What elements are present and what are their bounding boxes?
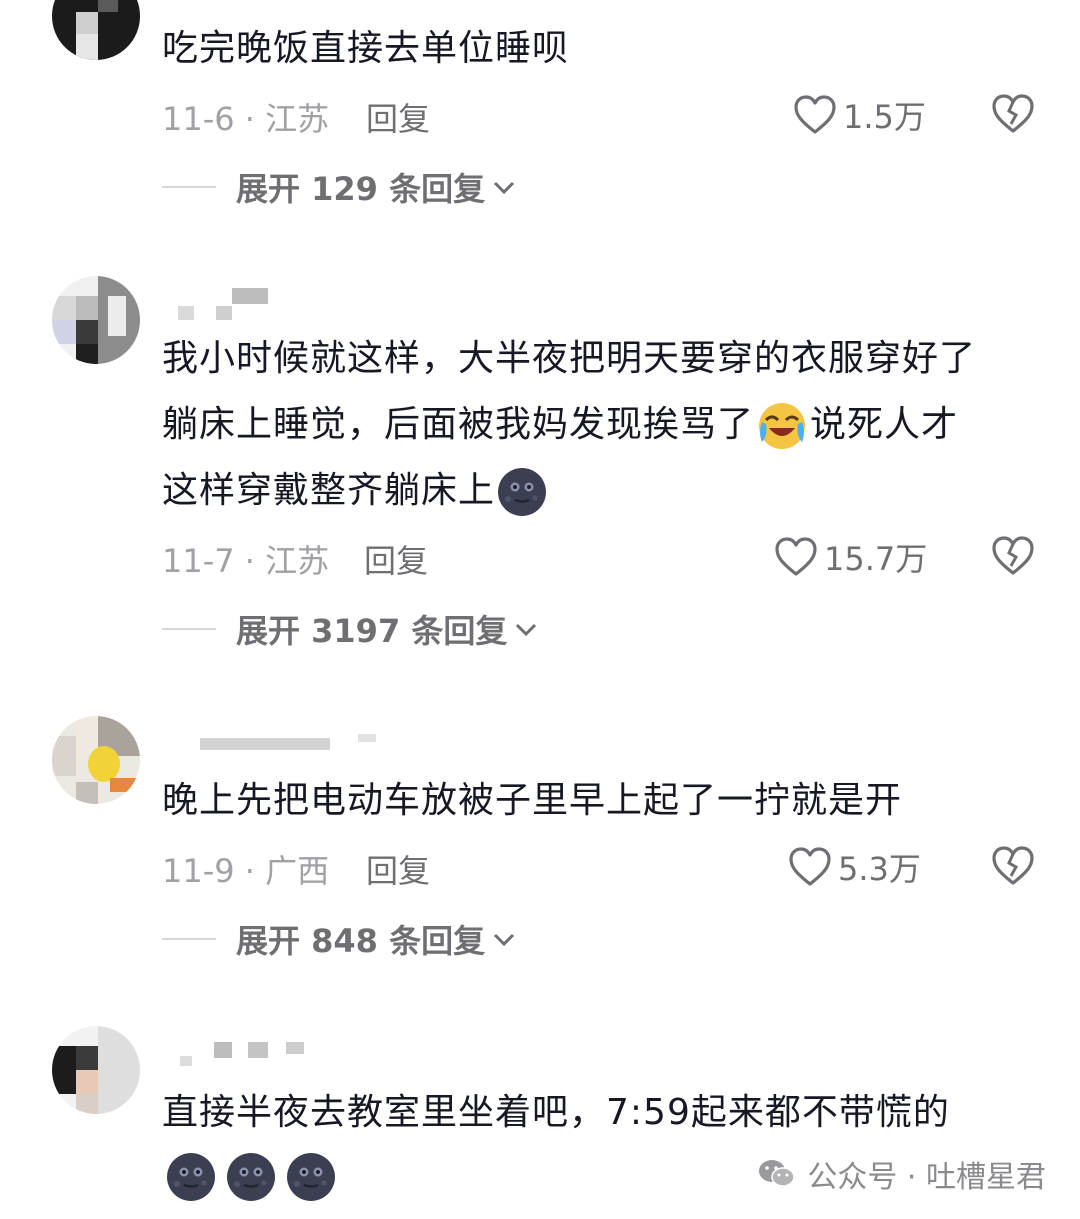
expand-replies-label: 展开 848 条回复 [236, 922, 486, 960]
wechat-icon [759, 1160, 796, 1187]
comment-location: 广西 [265, 852, 330, 890]
comment-text-line: 这样穿戴整齐躺床上 [162, 458, 1042, 524]
comment-meta: 11-9 · 广西 [162, 852, 330, 890]
comment-date: 11-6 [162, 100, 235, 138]
chevron-down-icon [516, 623, 537, 637]
comment-text: 我小时候就这样，大半夜把明天要穿的衣服穿好了 躺床上睡觉，后面被我妈发现挨骂了说… [162, 326, 1042, 524]
expand-replies-label: 展开 3197 条回复 [236, 612, 508, 650]
broken-heart-icon[interactable] [991, 93, 1035, 135]
comment-text: 晚上先把电动车放被子里早上起了一拧就是开 [162, 780, 903, 821]
heart-icon [794, 95, 836, 134]
comment-meta: 11-6 · 江苏 [162, 100, 330, 138]
new-moon-face-icon [167, 1153, 215, 1201]
chevron-down-icon [494, 181, 515, 195]
broken-heart-icon[interactable] [991, 535, 1035, 577]
emoji-row [164, 1150, 338, 1204]
comment-location: 江苏 [265, 100, 330, 138]
reply-button[interactable]: 回复 [364, 536, 428, 582]
avatar[interactable] [52, 276, 140, 364]
comment-text: 吃完晚饭直接去单位睡呗 [162, 28, 570, 69]
like-count: 5.3万 [838, 850, 921, 888]
expand-replies-label: 展开 129 条回复 [236, 170, 486, 208]
divider-line [162, 186, 216, 188]
laughing-crying-emoji-icon [759, 403, 806, 449]
reply-button[interactable]: 回复 [366, 94, 430, 140]
avatar[interactable] [52, 716, 140, 804]
like-count: 15.7万 [824, 540, 928, 578]
comment-meta: 11-7 · 江苏 [162, 542, 330, 580]
divider-line [162, 628, 216, 630]
avatar[interactable] [52, 0, 140, 60]
like-button[interactable]: 5.3万 [788, 844, 921, 890]
comment-text-line: 躺床上睡觉，后面被我妈发现挨骂了 说死人才 [162, 392, 1042, 458]
expand-replies[interactable]: 展开 848 条回复 [162, 916, 517, 962]
new-moon-face-icon [227, 1153, 275, 1201]
heart-icon [789, 847, 831, 886]
comment-date: 11-7 [162, 542, 235, 580]
broken-heart-icon[interactable] [991, 845, 1035, 887]
reply-button[interactable]: 回复 [366, 846, 430, 892]
expand-replies[interactable]: 展开 129 条回复 [162, 164, 517, 210]
watermark: 公众号 · 吐槽星君 [757, 1152, 1046, 1196]
watermark-text: 公众号 · 吐槽星君 [807, 1160, 1046, 1195]
new-moon-face-icon [498, 468, 547, 516]
chevron-down-icon [494, 933, 515, 947]
new-moon-face-icon [287, 1153, 335, 1201]
comment-location: 江苏 [265, 542, 330, 580]
like-button[interactable]: 15.7万 [774, 534, 927, 580]
comment-date: 11-9 [162, 852, 235, 890]
divider-line [162, 938, 216, 940]
expand-replies[interactable]: 展开 3197 条回复 [162, 606, 539, 652]
like-button[interactable]: 1.5万 [793, 92, 926, 138]
avatar[interactable] [52, 1026, 140, 1114]
like-count: 1.5万 [843, 98, 926, 136]
comment-text: 直接半夜去教室里坐着吧，7:59起来都不带慌的 [162, 1092, 950, 1133]
comment-text-line: 我小时候就这样，大半夜把明天要穿的衣服穿好了 [162, 338, 977, 379]
heart-icon [775, 537, 817, 576]
